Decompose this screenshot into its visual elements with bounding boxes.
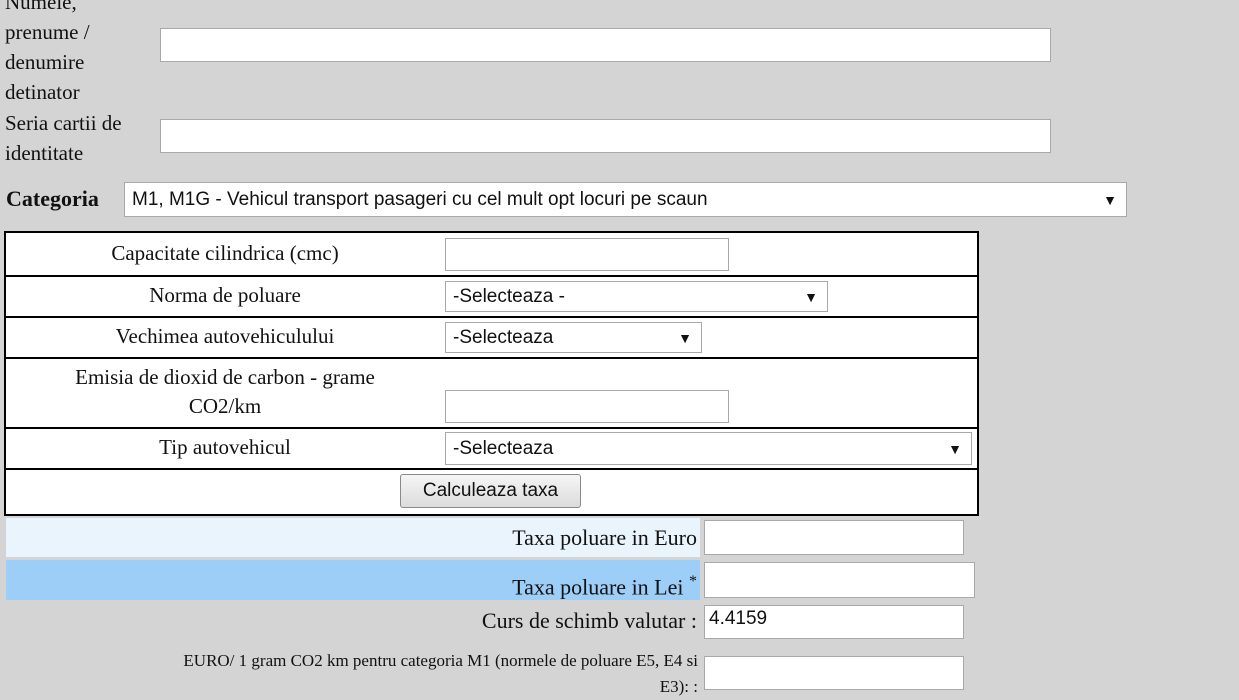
euro-tax-label: Taxa poluare in Euro: [512, 525, 697, 550]
category-label: Categoria: [6, 186, 99, 211]
capacity-input[interactable]: [445, 238, 729, 271]
vehicle-type-select[interactable]: -Selecteaza ▼: [445, 432, 972, 465]
co2-label: Emisia de dioxid de carbon - grame CO2/k…: [75, 365, 375, 418]
owner-name-input[interactable]: [160, 28, 1051, 62]
age-selected-value: -Selecteaza: [453, 326, 554, 348]
emission-norm-label: Norma de poluare: [149, 283, 301, 307]
age-label: Vechimea autovehiculului: [115, 324, 335, 348]
caret-down-icon: ▼: [1103, 191, 1117, 208]
id-series-label: Seria cartii de identitate: [5, 111, 122, 165]
exchange-rate-input[interactable]: 4.4159: [704, 605, 964, 639]
lei-asterisk: *: [689, 573, 697, 590]
lei-tax-output[interactable]: [704, 562, 975, 598]
caret-down-icon: ▼: [948, 440, 962, 457]
euro-tax-output[interactable]: [704, 520, 964, 555]
vehicle-type-selected-value: -Selecteaza: [453, 437, 554, 459]
emission-norm-selected-value: -Selecteaza -: [453, 285, 565, 307]
euro-per-gram-input[interactable]: [704, 656, 964, 690]
caret-down-icon: ▼: [678, 329, 692, 346]
emission-norm-select[interactable]: -Selecteaza - ▼: [445, 281, 828, 312]
vehicle-type-label: Tip autovehicul: [159, 435, 291, 459]
category-select[interactable]: M1, M1G - Vehicul transport pasageri cu …: [124, 182, 1127, 217]
calculate-tax-button[interactable]: Calculeaza taxa: [400, 474, 581, 508]
co2-input[interactable]: [445, 390, 729, 423]
lei-tax-label: Taxa poluare in Lei: [512, 574, 684, 600]
owner-name-label: Numele, prenume / denumire detinator: [5, 0, 90, 104]
capacity-label: Capacitate cilindrica (cmc): [111, 241, 339, 265]
id-series-input[interactable]: [160, 119, 1051, 153]
lei-tax-label-wrap: Taxa poluare in Lei *: [512, 566, 697, 603]
euro-per-gram-label: EURO/ 1 gram CO2 km pentru categoria M1 …: [183, 651, 698, 696]
exchange-rate-label: Curs de schimb valutar :: [481, 608, 697, 633]
caret-down-icon: ▼: [804, 288, 818, 305]
age-select[interactable]: -Selecteaza ▼: [445, 322, 702, 353]
category-selected-value: M1, M1G - Vehicul transport pasageri cu …: [132, 188, 708, 210]
